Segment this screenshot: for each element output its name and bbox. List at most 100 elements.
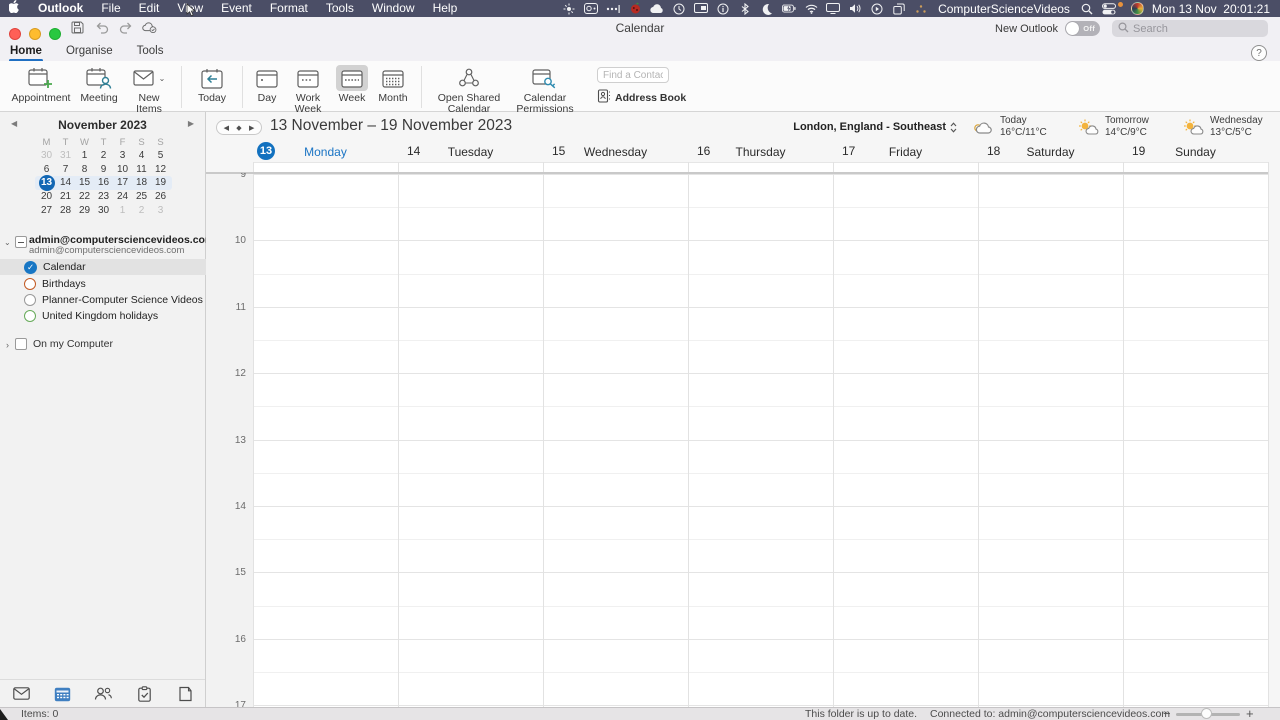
notes-module-icon[interactable] [176,685,194,702]
tab-tools[interactable]: Tools [137,45,164,57]
calendar-color-circle[interactable]: ✓ [24,260,37,274]
mini-calendar-day[interactable]: 4 [132,149,151,163]
mini-calendar-next-icon[interactable]: ▶ [188,119,194,128]
onedrive-cloud-icon[interactable] [650,2,664,16]
calendar-list-item[interactable]: Birthdays [0,275,206,291]
menu-bar-clock[interactable]: Mon 13 Nov 20:01:21 [1152,2,1270,16]
window-stack-icon[interactable] [892,2,906,16]
mini-calendar-day[interactable]: 3 [113,149,132,163]
mini-calendar-day[interactable]: 23 [94,190,113,204]
tab-organise[interactable]: Organise [66,45,113,57]
bluetooth-icon[interactable] [738,2,752,16]
mini-calendar-day[interactable]: 8 [75,163,94,177]
account-checkbox[interactable] [15,236,27,248]
menu-app-name[interactable]: Outlook [29,0,92,17]
weather-forecast[interactable]: Wednesday 13°C/5°C [1182,115,1272,139]
battery-icon[interactable] [782,2,796,16]
on-my-computer-checkbox[interactable] [15,338,27,350]
calendar-color-circle[interactable] [24,293,36,306]
user-avatar[interactable] [1130,2,1144,15]
menu-help[interactable]: Help [424,0,467,17]
mini-calendar-day[interactable]: 30 [37,149,56,163]
mini-calendar-day[interactable]: 26 [151,190,170,204]
mini-calendar-day[interactable]: 1 [113,204,132,218]
appointment-button[interactable]: Appointment [10,65,72,104]
prev-week-icon[interactable]: ◀ [224,124,229,132]
mini-calendar-day[interactable]: 27 [37,204,56,218]
mini-calendar-day[interactable]: 11 [132,163,151,177]
calendar-list-item[interactable]: Planner-Computer Science Videos [0,292,206,308]
display-status-icon[interactable] [694,2,709,16]
keyboard-brightness-icon[interactable] [562,2,576,16]
mini-calendar-day[interactable]: 16 [94,176,113,190]
mini-calendar-day[interactable]: 19 [151,176,170,190]
mini-calendar-day[interactable]: 20 [37,190,56,204]
antivirus-app-icon[interactable] [628,2,642,16]
dots-icon[interactable] [914,2,928,16]
device-name[interactable]: ComputerScienceVideos [938,2,1070,16]
wifi-icon[interactable] [804,2,818,16]
mini-calendar-day[interactable]: 18 [132,176,151,190]
zoom-out-button[interactable]: − [1163,706,1171,720]
info-icon[interactable] [716,2,730,16]
mini-calendar-day[interactable]: 22 [75,190,94,204]
control-center-icon[interactable] [1101,2,1116,16]
search-input[interactable] [1133,22,1253,35]
search-box[interactable] [1112,20,1268,37]
calendar-list-item[interactable]: ✓ Calendar [0,259,206,276]
mini-calendar-day[interactable]: 25 [132,190,151,204]
mini-calendar-day[interactable]: 12 [151,163,170,177]
volume-icon[interactable] [848,2,862,16]
mini-calendar-day[interactable]: 31 [56,149,75,163]
calendar-color-circle[interactable] [24,277,36,290]
calendar-list-item[interactable]: United Kingdom holidays [0,308,206,324]
mini-calendar-day[interactable]: 1 [75,149,94,163]
mini-calendar-day[interactable]: 2 [94,149,113,163]
do-not-disturb-moon-icon[interactable] [760,2,774,16]
weather-location-selector[interactable]: London, England - Southeast [793,121,957,133]
calendar-color-circle[interactable] [24,310,36,323]
mini-calendar-day[interactable]: 21 [56,190,75,204]
all-day-events-row[interactable] [253,162,1268,172]
weather-forecast[interactable]: Tomorrow 14°C/9°C [1077,115,1167,139]
menu-tools[interactable]: Tools [317,0,363,17]
find-contact-input[interactable] [597,67,669,83]
mini-calendar-day[interactable]: 6 [37,163,56,177]
zoom-slider-thumb[interactable] [1201,708,1212,719]
screen-record-icon[interactable] [584,2,599,16]
month-view-button[interactable]: Month [374,65,412,104]
account-collapse-chevron-icon[interactable]: ⌄ [4,238,11,247]
expand-chevron-icon[interactable]: › [6,340,9,350]
mini-calendar-day[interactable]: 15 [75,176,94,190]
mini-calendar-day[interactable]: 24 [113,190,132,204]
spotlight-search-icon[interactable] [1080,2,1094,16]
mini-calendar-day[interactable]: 14 [56,176,75,190]
next-week-icon[interactable]: ▶ [249,124,254,132]
menu-window[interactable]: Window [363,0,424,17]
week-view-button[interactable]: Week [334,65,370,104]
people-module-icon[interactable] [94,685,112,702]
menu-event[interactable]: Event [212,0,261,17]
mini-calendar-day[interactable]: 3 [151,204,170,218]
go-to-today-icon[interactable]: ◆ [236,124,241,132]
weather-forecast[interactable]: Today 16°C/11°C [972,115,1062,139]
tab-home[interactable]: Home [9,45,43,62]
play-circle-icon[interactable] [870,2,884,16]
menu-format[interactable]: Format [261,0,317,17]
new-items-button[interactable]: ⌄ New Items [126,65,172,116]
on-my-computer-row[interactable]: › On my Computer [0,337,206,353]
clock-icon[interactable] [672,2,686,16]
meeting-button[interactable]: Meeting [76,65,122,104]
day-header[interactable]: 16 Thursday [688,140,833,162]
new-outlook-toggle[interactable]: Off [1065,21,1100,36]
mini-calendar-day[interactable]: 29 [75,204,94,218]
open-shared-calendar-button[interactable]: Open Shared Calendar [431,65,507,116]
menu-file[interactable]: File [92,0,129,17]
zoom-in-button[interactable]: + [1246,706,1254,720]
today-button[interactable]: Today [191,65,233,104]
apple-menu-icon[interactable] [0,0,29,18]
mini-calendar-day[interactable]: 2 [132,204,151,218]
mini-calendar-day[interactable]: 7 [56,163,75,177]
day-header[interactable]: 15 Wednesday [543,140,688,162]
tasks-module-icon[interactable] [135,685,153,702]
